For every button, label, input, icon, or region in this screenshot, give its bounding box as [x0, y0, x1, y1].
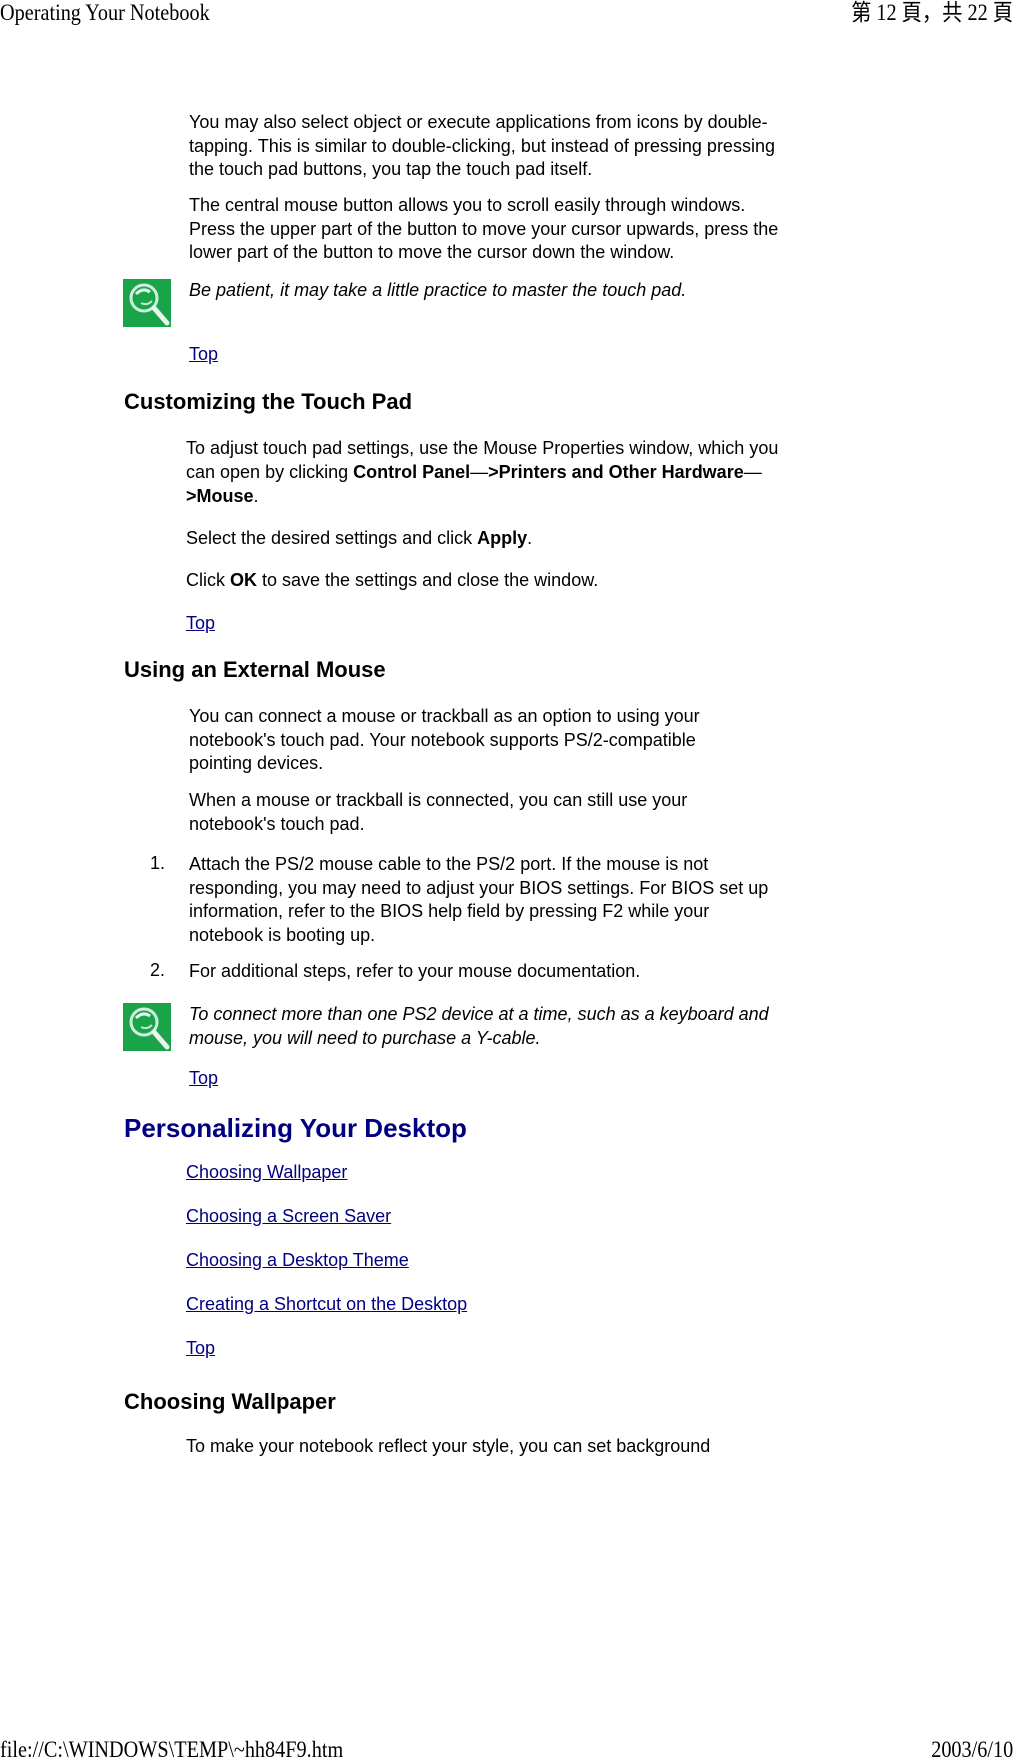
page-header-title: Operating Your Notebook	[0, 0, 210, 25]
top-link-4[interactable]: Top	[186, 1338, 215, 1359]
heading-customizing-touch-pad: Customizing the Touch Pad	[124, 389, 413, 414]
ok-label: OK	[230, 570, 257, 590]
external-mouse-note-text: To connect more than one PS2 device at a…	[189, 1004, 769, 1048]
touchpad-para-scroll: The central mouse button allows you to s…	[189, 195, 779, 262]
heading-external-mouse: Using an External Mouse	[124, 657, 386, 682]
period: .	[253, 486, 259, 506]
top-link-1[interactable]: Top	[189, 344, 218, 365]
customizing-para-ok: Click OK to save the settings and close …	[186, 569, 598, 593]
period: .	[527, 528, 533, 548]
heading-choosing-wallpaper: Choosing Wallpaper	[124, 1389, 336, 1414]
link-creating-shortcut[interactable]: Creating a Shortcut on the Desktop	[186, 1294, 467, 1315]
link-choosing-desktop-theme[interactable]: Choosing a Desktop Theme	[186, 1250, 409, 1271]
top-link-3[interactable]: Top	[189, 1068, 218, 1089]
page-footer-date: 2003/6/10	[930, 1737, 1013, 1762]
step-number-2: 2.	[150, 960, 166, 980]
wallpaper-para: To make your notebook reflect your style…	[186, 1436, 711, 1456]
menu-path-control-panel: Control Panel	[353, 462, 471, 482]
external-mouse-para-intro: You can connect a mouse or trackball as …	[189, 706, 700, 773]
ok-suffix: to save the settings and close the windo…	[257, 570, 599, 590]
step-text-1: Attach the PS/2 mouse cable to the PS/2 …	[189, 854, 769, 945]
touchpad-note-text: Be patient, it may take a little practic…	[189, 280, 687, 300]
arrow-dash: —	[470, 462, 489, 482]
apply-label: Apply	[477, 528, 528, 548]
menu-path-mouse: >Mouse	[186, 486, 254, 506]
touchpad-para-double-tap: You may also select object or execute ap…	[189, 112, 775, 179]
top-link-2[interactable]: Top	[186, 613, 215, 634]
apply-prefix: Select the desired settings and click	[186, 528, 478, 548]
arrow-dash: —	[743, 462, 762, 482]
step-number-1: 1.	[150, 853, 166, 873]
page-footer-path: file://C:\WINDOWS\TEMP\~hh84F9.htm	[0, 1737, 344, 1762]
heading-personalizing-desktop: Personalizing Your Desktop	[124, 1113, 467, 1143]
link-choosing-screen-saver[interactable]: Choosing a Screen Saver	[186, 1206, 391, 1227]
external-mouse-para-touchpad: When a mouse or trackball is connected, …	[189, 790, 688, 834]
customizing-para-apply: Select the desired settings and click Ap…	[186, 527, 532, 551]
magnifier-note-icon	[123, 1003, 171, 1051]
page-header-page-indicator: 第 12 頁，共 22 頁	[851, 0, 1013, 25]
magnifier-note-icon	[123, 279, 171, 327]
link-choosing-wallpaper[interactable]: Choosing Wallpaper	[186, 1162, 347, 1183]
ok-prefix: Click	[186, 570, 230, 590]
customizing-para-instructions: To adjust touch pad settings, use the Mo…	[186, 436, 786, 508]
menu-path-printers-hardware: >Printers and Other Hardware	[488, 462, 744, 482]
step-text-2: For additional steps, refer to your mous…	[189, 961, 641, 981]
